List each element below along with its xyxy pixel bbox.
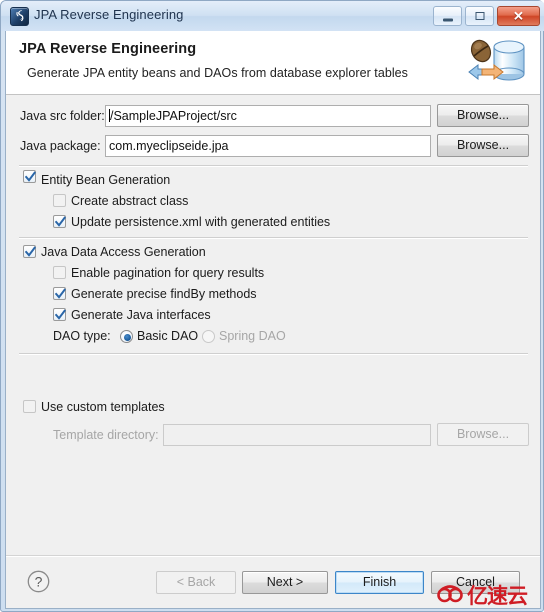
basic-dao-label: Basic DAO [137, 329, 199, 343]
help-icon[interactable]: ? [27, 570, 50, 593]
cloud-logo-icon [437, 584, 463, 608]
next-button[interactable]: Next > [242, 571, 328, 594]
page-title: JPA Reverse Engineering [19, 41, 197, 57]
dao-type-label: DAO type: [53, 329, 111, 343]
generate-precise-findby-checkbox[interactable] [53, 287, 66, 300]
svg-text:?: ? [35, 574, 43, 590]
close-button[interactable]: ✕ [497, 6, 540, 26]
entity-bean-generation-checkbox[interactable] [23, 170, 36, 183]
use-custom-templates-checkbox[interactable] [23, 400, 36, 413]
update-persistence-xml-label: Update persistence.xml with generated en… [71, 215, 331, 229]
wizard-banner: JPA Reverse Engineering Generate JPA ent… [6, 31, 540, 95]
create-abstract-class-checkbox[interactable] [53, 194, 66, 207]
entity-bean-generation-label: Entity Bean Generation [41, 173, 171, 187]
generate-java-interfaces-checkbox[interactable] [53, 308, 66, 321]
watermark-text: 亿速云 [467, 583, 528, 608]
package-label: Java package: [20, 139, 101, 153]
checkmark-icon [55, 309, 66, 320]
close-icon: ✕ [513, 8, 524, 24]
enable-pagination-label: Enable pagination for query results [71, 266, 265, 280]
checkmark-icon [55, 216, 66, 227]
src-folder-browse-button[interactable]: Browse... [437, 104, 529, 127]
java-data-access-generation-checkbox[interactable] [23, 245, 36, 258]
dialog-client-area: JPA Reverse Engineering Generate JPA ent… [5, 31, 541, 609]
restore-icon [475, 12, 484, 20]
page-description: Generate JPA entity beans and DAOs from … [27, 66, 408, 80]
checkmark-icon [25, 171, 36, 182]
checkmark-icon [55, 288, 66, 299]
jpa-icon [10, 7, 29, 26]
back-button[interactable]: < Back [156, 571, 236, 594]
enable-pagination-checkbox[interactable] [53, 266, 66, 279]
wizard-body: Java src folder: /SampleJPAProject/src B… [6, 95, 540, 555]
window-title: JPA Reverse Engineering [34, 7, 184, 22]
radio-dot-icon [124, 334, 131, 341]
jpa-database-reverse-engineering-icon [465, 36, 531, 92]
spring-dao-radio[interactable] [202, 330, 215, 343]
src-folder-label: Java src folder: [20, 109, 105, 123]
update-persistence-xml-checkbox[interactable] [53, 215, 66, 228]
use-custom-templates-label: Use custom templates [41, 400, 165, 414]
java-data-access-generation-label: Java Data Access Generation [41, 245, 206, 259]
dialog-window: JPA Reverse Engineering ✕ JPA Reverse En… [0, 0, 544, 612]
src-folder-input[interactable]: /SampleJPAProject/src [105, 105, 431, 127]
spring-dao-label: Spring DAO [219, 329, 286, 343]
minimize-button[interactable] [433, 6, 462, 26]
basic-dao-radio[interactable] [120, 330, 133, 343]
finish-button[interactable]: Finish [335, 571, 424, 594]
window-controls: ✕ [433, 6, 540, 27]
separator-1 [19, 165, 528, 167]
create-abstract-class-label: Create abstract class [71, 194, 189, 208]
template-directory-input[interactable] [163, 424, 431, 446]
minimize-icon [442, 18, 453, 22]
button-bar-separator [6, 556, 540, 557]
generate-precise-findby-label: Generate precise findBy methods [71, 287, 257, 301]
generate-java-interfaces-label: Generate Java interfaces [71, 308, 211, 322]
separator-3 [19, 353, 528, 355]
package-browse-button[interactable]: Browse... [437, 134, 529, 157]
restore-button[interactable] [465, 6, 494, 26]
separator-2 [19, 237, 528, 239]
title-bar[interactable]: JPA Reverse Engineering ✕ [1, 1, 544, 31]
template-directory-label: Template directory: [53, 428, 159, 442]
checkmark-icon [25, 246, 36, 257]
src-folder-value: /SampleJPAProject/src [110, 109, 237, 123]
package-input[interactable]: com.myeclipseide.jpa [105, 135, 431, 157]
watermark: 亿速云 [433, 581, 543, 611]
template-directory-browse-button[interactable]: Browse... [437, 423, 529, 446]
